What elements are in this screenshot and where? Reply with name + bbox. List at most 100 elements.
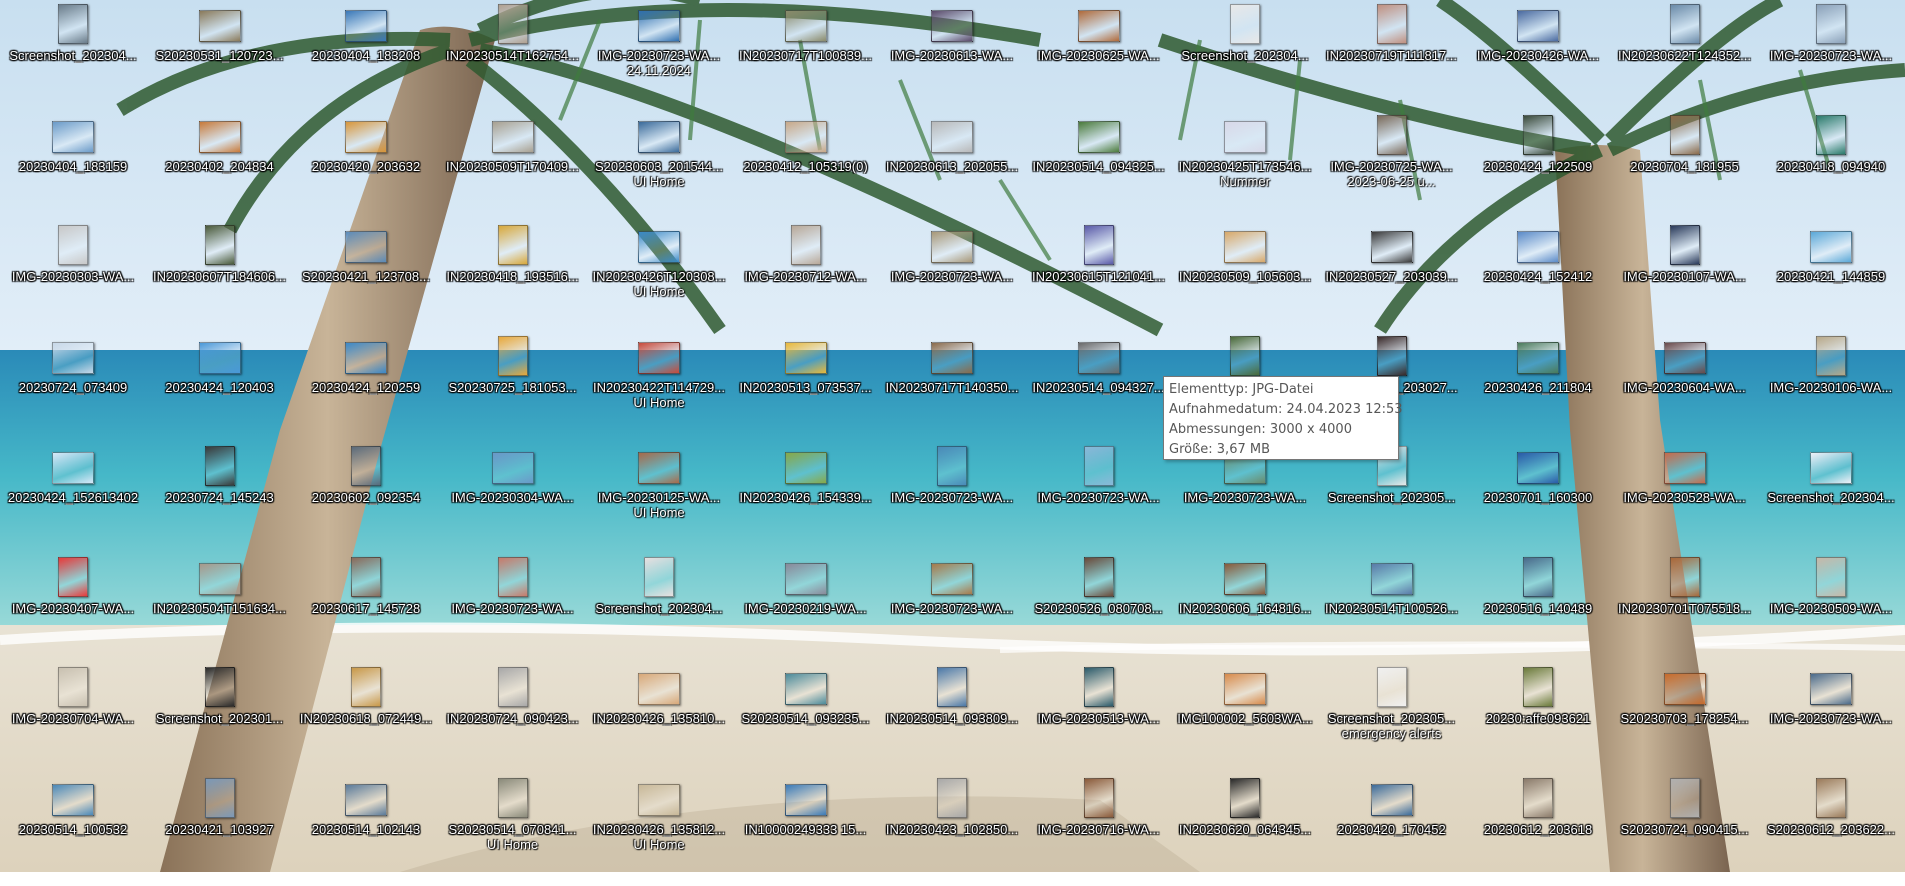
desktop-file-icon[interactable]: IMG-20230625-WA... (1026, 2, 1172, 112)
desktop-file-icon[interactable]: 20230424_120403 (147, 334, 293, 444)
desktop-file-icon[interactable]: Screenshot_202304... (1172, 2, 1318, 112)
desktop-file-icon[interactable]: 20230424_122509 (1465, 113, 1611, 223)
desktop-file-icon[interactable]: IMG100002_5603WA... (1172, 665, 1318, 775)
desktop-file-icon[interactable]: IN20230724_090423... (440, 665, 586, 775)
desktop-file-icon[interactable]: S20230526_080708... (1026, 555, 1172, 665)
desktop-file-icon[interactable]: S20230603_201544... UI Home (586, 113, 732, 223)
desktop-file-icon[interactable]: 20230412_105319(0) (733, 113, 879, 223)
desktop-file-icon[interactable]: Screenshot_202305... (1319, 444, 1465, 554)
desktop-file-icon[interactable]: S20230514_093235... (733, 665, 879, 775)
desktop-file-icon[interactable]: 20230724_073409 (0, 334, 146, 444)
desktop-file-icon[interactable]: 20230704_181955 (1612, 113, 1758, 223)
desktop-file-icon[interactable]: IN20230701T075518... (1612, 555, 1758, 665)
desktop-file-icon[interactable]: IN20230426_154339... (733, 444, 879, 554)
desktop-file-icon[interactable]: IMG-20230107-WA... (1612, 223, 1758, 333)
desktop-file-icon[interactable]: Screenshot_202304... (1758, 444, 1904, 554)
desktop-file-icon[interactable]: IN20230622T124352... (1612, 2, 1758, 112)
desktop-file-icon[interactable]: 20230404_183208 (293, 2, 439, 112)
desktop-file-icon[interactable]: IN20230717T140350... (879, 334, 1025, 444)
desktop-file-icon[interactable]: IMG-20230219-WA... (733, 555, 879, 665)
desktop-file-icon[interactable]: IN20230504T151634... (147, 555, 293, 665)
desktop-file-icon[interactable]: S20230531_120723... (147, 2, 293, 112)
desktop-file-icon[interactable]: 20230617_145728 (293, 555, 439, 665)
desktop-file-icon[interactable]: IN20230719T111817... (1319, 2, 1465, 112)
desktop-file-icon[interactable]: IN20230620_064345... (1172, 776, 1318, 886)
desktop-file-icon[interactable]: IMG-20230407-WA... (0, 555, 146, 665)
desktop-file-icon[interactable]: IMG-20230604-WA... (1612, 334, 1758, 444)
desktop-file-icon[interactable]: 20230424_152613402 (0, 444, 146, 554)
desktop-file-icon[interactable]: 20230514_100532 (0, 776, 146, 886)
desktop-file-icon[interactable]: IN20230426_135810... (586, 665, 732, 775)
desktop-file-icon[interactable]: IMG-20230426-WA... (1465, 2, 1611, 112)
desktop-file-icon[interactable]: 20230:affe093621 (1465, 665, 1611, 775)
desktop-file-icon[interactable]: IMG-20230509-WA... (1758, 555, 1904, 665)
desktop-file-icon[interactable]: IN10000249333 15... (733, 776, 879, 886)
desktop-file-icon[interactable]: 20230701_160300 (1465, 444, 1611, 554)
desktop-file-icon[interactable]: IMG-20230613-WA... (879, 2, 1025, 112)
desktop-file-icon[interactable]: IN20230423_102850... (879, 776, 1025, 886)
desktop-file-icon[interactable]: IN20230426T120308... UI Home (586, 223, 732, 333)
desktop-file-icon[interactable]: S20230612_203622... (1758, 776, 1904, 886)
desktop-file-icon[interactable]: IMG-20230725-WA... 2023-06-25 u... (1319, 113, 1465, 223)
desktop-file-icon[interactable]: S20230703_178254... (1612, 665, 1758, 775)
desktop-file-icon[interactable]: IMG-20230723-WA... (1758, 665, 1904, 775)
desktop-file-icon[interactable]: S20230421_123708... (293, 223, 439, 333)
desktop-file-icon[interactable]: IN20230514_093809... (879, 665, 1025, 775)
desktop-file-icon[interactable]: IN20230613_202055... (879, 113, 1025, 223)
desktop-file-icon[interactable]: IN20230426_135812... UI Home (586, 776, 732, 886)
desktop-file-icon[interactable]: IMG-20230723-WA... (1758, 2, 1904, 112)
desktop-file-icon[interactable]: 20230612_203618 (1465, 776, 1611, 886)
desktop-file-icon[interactable]: IMG-20230125-WA... UI Home (586, 444, 732, 554)
desktop-file-icon[interactable]: IMG-20230723-WA... (1026, 444, 1172, 554)
desktop-file-icon[interactable]: IMG-20230528-WA... (1612, 444, 1758, 554)
desktop-file-icon[interactable]: IN20230509_105603... (1172, 223, 1318, 333)
desktop-file-icon[interactable]: 20230514_102143 (293, 776, 439, 886)
desktop-file-icon[interactable]: IMG-20230723-WA... (879, 555, 1025, 665)
desktop-file-icon[interactable]: IN20230606_164816... (1172, 555, 1318, 665)
desktop-file-icon[interactable]: IN20230717T100839... (733, 2, 879, 112)
desktop-file-icon[interactable]: IMG-20230723-WA... (440, 555, 586, 665)
desktop-file-icon[interactable]: S20230514_070841... UI Home (440, 776, 586, 886)
desktop-file-icon[interactable]: IN20230509T170409... (440, 113, 586, 223)
desktop-file-icon[interactable]: S20230724_090415... (1612, 776, 1758, 886)
desktop-file-icon[interactable]: IMG-20230304-WA... (440, 444, 586, 554)
desktop-file-icon[interactable]: IMG-20230723-WA... (1172, 444, 1318, 554)
desktop-file-icon[interactable]: 20230402_204834 (147, 113, 293, 223)
desktop-file-icon[interactable]: 20230424_120259 (293, 334, 439, 444)
desktop-file-icon[interactable]: IN20230514T100526... (1319, 555, 1465, 665)
desktop-file-icon[interactable]: 20230724_145243 (147, 444, 293, 554)
desktop-file-icon[interactable]: IMG-20230513-WA... (1026, 665, 1172, 775)
desktop-file-icon[interactable]: 20230404_183159 (0, 113, 146, 223)
desktop-file-icon[interactable]: Screenshot_202305... emergency alerts (1319, 665, 1465, 775)
desktop-file-icon[interactable]: IN20230514_094325... (1026, 113, 1172, 223)
desktop-file-icon[interactable]: IMG-20230303-WA... (0, 223, 146, 333)
desktop-file-icon[interactable]: Screenshot_202304... (586, 555, 732, 665)
desktop-file-icon[interactable]: IMG-20230716-WA... (1026, 776, 1172, 886)
desktop-file-icon[interactable]: 20230516_140489 (1465, 555, 1611, 665)
desktop-file-icon[interactable]: IMG-20230723-WA... (879, 223, 1025, 333)
desktop-file-icon[interactable]: IMG-20230723-WA... (879, 444, 1025, 554)
desktop-file-icon[interactable]: IN20230418_193516... (440, 223, 586, 333)
desktop-file-icon[interactable]: IN20230514T162754... (440, 2, 586, 112)
desktop-file-icon[interactable]: IN20230607T184606... (147, 223, 293, 333)
desktop-file-icon[interactable]: IN20230425T173546... Nummer (1172, 113, 1318, 223)
desktop-file-icon[interactable]: IN20230615T121041... (1026, 223, 1172, 333)
desktop-file-icon[interactable]: IN20230618_072449... (293, 665, 439, 775)
desktop-file-icon[interactable]: IN20230514_094327... (1026, 334, 1172, 444)
desktop-file-icon[interactable]: 20230602_092354 (293, 444, 439, 554)
desktop-file-icon[interactable]: Screenshot_202301... (147, 665, 293, 775)
desktop-file-icon[interactable]: 20230426_211804 (1465, 334, 1611, 444)
desktop-file-icon[interactable]: IN20230422T114729... UI Home (586, 334, 732, 444)
desktop-file-icon[interactable]: IMG-20230704-WA... (0, 665, 146, 775)
desktop-file-icon[interactable]: IN20230513_073537... (733, 334, 879, 444)
desktop-file-icon[interactable]: IMG-20230712-WA... (733, 223, 879, 333)
desktop-file-icon[interactable]: 20230424_152412 (1465, 223, 1611, 333)
desktop-file-icon[interactable]: 20230421_144859 (1758, 223, 1904, 333)
desktop-file-icon[interactable]: IMG-20230106-WA... (1758, 334, 1904, 444)
desktop-file-icon[interactable]: 20230420_203632 (293, 113, 439, 223)
desktop-file-icon[interactable]: 20230418_094940 (1758, 113, 1904, 223)
desktop-file-icon[interactable]: 20230421_103927 (147, 776, 293, 886)
desktop-file-icon[interactable]: 20230420_170452 (1319, 776, 1465, 886)
desktop-file-icon[interactable]: Screenshot_202304... (0, 2, 146, 112)
desktop-file-icon[interactable]: S20230725_181053... (440, 334, 586, 444)
